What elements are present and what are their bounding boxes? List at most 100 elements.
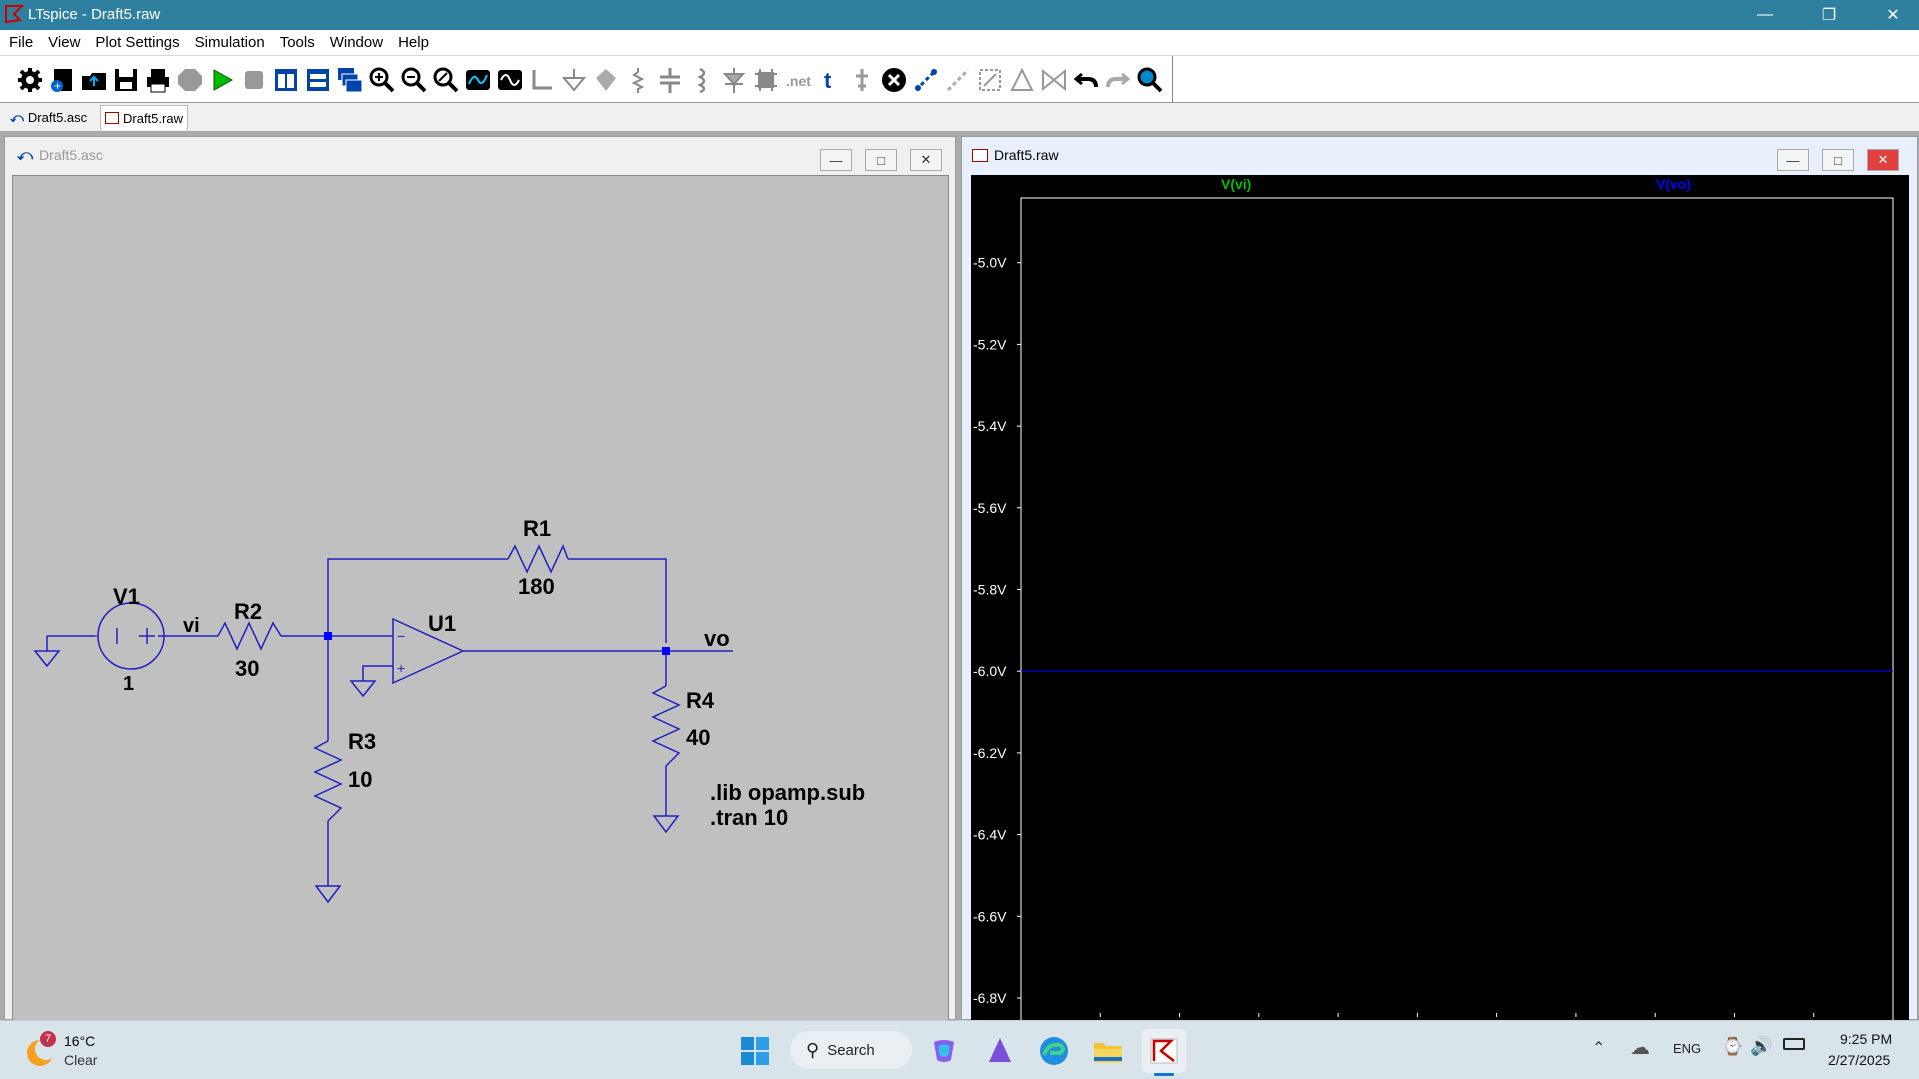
- edge-browser-icon[interactable]: [1032, 1029, 1076, 1073]
- clock-time[interactable]: 9:25 PM: [1840, 1031, 1892, 1047]
- spice-directive-tran[interactable]: .tran 10: [710, 805, 788, 830]
- menu-tools[interactable]: Tools: [280, 34, 315, 51]
- r1-resistor-symbol[interactable]: [507, 544, 569, 574]
- ground-icon[interactable]: [558, 64, 590, 96]
- menu-view[interactable]: View: [48, 34, 80, 51]
- drag-icon[interactable]: [942, 64, 974, 96]
- stop-icon[interactable]: [238, 64, 270, 96]
- tab-draft5-asc[interactable]: ⤺ Draft5.asc: [6, 105, 91, 130]
- tab-draft5-raw[interactable]: Draft5.raw: [100, 105, 188, 130]
- start-button[interactable]: [733, 1029, 777, 1073]
- wifi-icon[interactable]: ⌚: [1722, 1037, 1743, 1057]
- settings-gear-icon[interactable]: [14, 64, 46, 96]
- clock-date[interactable]: 2/27/2025: [1828, 1052, 1890, 1068]
- y-tick-label: -5.6V: [973, 500, 1007, 516]
- autorange-icon[interactable]: [462, 64, 494, 96]
- weather-badge: 7: [40, 1031, 56, 1047]
- resistor-icon[interactable]: [622, 64, 654, 96]
- svg-text:.net: .net: [786, 73, 811, 89]
- schematic-canvas[interactable]: − + V1 1 vi R2 30 R1 180 U1 R3 10 vo R4 …: [12, 175, 949, 1025]
- volume-icon[interactable]: 🔊: [1750, 1036, 1772, 1057]
- file-explorer-icon[interactable]: [1086, 1029, 1130, 1073]
- spice-directive-lib[interactable]: .lib opamp.sub: [710, 780, 865, 805]
- menu-file[interactable]: File: [9, 34, 33, 51]
- y-tick-label: -5.0V: [973, 255, 1007, 271]
- flip-icon[interactable]: [1038, 64, 1070, 96]
- trace-label-1[interactable]: V(vo): [1656, 176, 1691, 192]
- find-icon[interactable]: [1134, 64, 1166, 96]
- schematic-window-titlebar: ⤺ Draft5.asc: [5, 137, 955, 173]
- open-folder-icon[interactable]: [78, 64, 110, 96]
- svg-text:−: −: [397, 628, 405, 644]
- plot-pane[interactable]: V(vi) V(vo) -5.0V -5.2V -5.4V -5.6V -5.8V -6.0V…: [971, 175, 1909, 1025]
- minimize-button[interactable]: —: [1742, 0, 1788, 30]
- capacitor-icon[interactable]: [654, 64, 686, 96]
- redo-icon[interactable]: [1102, 64, 1134, 96]
- delete-icon[interactable]: [878, 64, 910, 96]
- label-net-icon[interactable]: [590, 64, 622, 96]
- run-icon[interactable]: [206, 64, 238, 96]
- y-tick-label: -6.6V: [973, 908, 1007, 924]
- y-tick-label: -6.8V: [973, 990, 1007, 1006]
- schematic-minimize-button[interactable]: —: [820, 149, 852, 171]
- spice-directive-icon[interactable]: .net: [782, 64, 814, 96]
- ltspice-taskbar-icon[interactable]: [1142, 1029, 1186, 1073]
- copilot-icon[interactable]: [922, 1029, 966, 1073]
- component-icon[interactable]: [750, 64, 782, 96]
- r2-resistor-symbol[interactable]: [217, 621, 282, 651]
- title-bar: LTspice - Draft5.raw — ❐ ✕: [0, 0, 1919, 30]
- schematic-icon: ⤺: [10, 109, 24, 125]
- zoom-out-icon[interactable]: [398, 64, 430, 96]
- wires: [33, 558, 733, 904]
- onedrive-cloud-icon[interactable]: ☁: [1630, 1035, 1650, 1060]
- waveform-maximize-button[interactable]: □: [1822, 149, 1854, 171]
- search-box[interactable]: ⚲ Search: [790, 1031, 912, 1069]
- waveform-minimize-button[interactable]: —: [1777, 149, 1809, 171]
- waveform-icon[interactable]: [494, 64, 526, 96]
- mirror-icon[interactable]: [1006, 64, 1038, 96]
- cascade-icon[interactable]: [334, 64, 366, 96]
- zoom-fit-icon[interactable]: [430, 64, 462, 96]
- menu-simulation[interactable]: Simulation: [195, 34, 265, 51]
- menu-window[interactable]: Window: [330, 34, 383, 51]
- waveform-close-button[interactable]: ✕: [1867, 149, 1899, 171]
- document-tab-bar: ⤺ Draft5.asc Draft5.raw: [0, 103, 1919, 132]
- text-icon[interactable]: t: [814, 64, 846, 96]
- new-schematic-icon[interactable]: +: [46, 64, 78, 96]
- halt-icon[interactable]: [174, 64, 206, 96]
- menu-help[interactable]: Help: [398, 34, 429, 51]
- trace-label-0[interactable]: V(vi): [1221, 176, 1251, 192]
- schematic-maximize-button[interactable]: □: [865, 149, 897, 171]
- weather-widget[interactable]: 7 16°C Clear: [22, 1031, 142, 1071]
- v1-source-symbol[interactable]: [95, 602, 165, 670]
- restore-button[interactable]: ❐: [1806, 0, 1852, 30]
- show-hidden-icons-chevron-icon[interactable]: ⌃: [1592, 1038, 1605, 1058]
- y-tick-label: -5.4V: [973, 418, 1007, 434]
- opamp-ground: [349, 665, 393, 698]
- tile-vertical-icon[interactable]: [270, 64, 302, 96]
- duplicate-icon[interactable]: [910, 64, 942, 96]
- move-icon[interactable]: [846, 64, 878, 96]
- schematic-close-button[interactable]: ✕: [910, 149, 942, 171]
- app-pinned-icon[interactable]: [978, 1029, 1022, 1073]
- r3-resistor-symbol[interactable]: [313, 740, 343, 822]
- inductor-icon[interactable]: [686, 64, 718, 96]
- window-title: LTspice - Draft5.raw: [28, 6, 161, 23]
- svg-text:t: t: [824, 68, 832, 93]
- r4-resistor-symbol[interactable]: [651, 685, 681, 767]
- print-icon[interactable]: [142, 64, 174, 96]
- menu-plot-settings[interactable]: Plot Settings: [95, 34, 179, 51]
- zoom-in-icon[interactable]: [366, 64, 398, 96]
- rotate-icon[interactable]: [974, 64, 1006, 96]
- diode-icon[interactable]: [718, 64, 750, 96]
- undo-icon[interactable]: [1070, 64, 1102, 96]
- waveform-window-titlebar: Draft5.raw: [962, 137, 1917, 173]
- language-indicator[interactable]: ENG: [1673, 1041, 1701, 1056]
- close-button[interactable]: ✕: [1870, 0, 1916, 30]
- wire-icon[interactable]: [526, 64, 558, 96]
- save-icon[interactable]: [110, 64, 142, 96]
- waveform-plot[interactable]: V(vi) V(vo) -5.0V -5.2V -5.4V -5.6V -5.8V -6.0V…: [971, 175, 1909, 1025]
- battery-icon[interactable]: [1783, 1038, 1805, 1050]
- tile-horizontal-icon[interactable]: [302, 64, 334, 96]
- r3-value-label: 10: [348, 767, 372, 792]
